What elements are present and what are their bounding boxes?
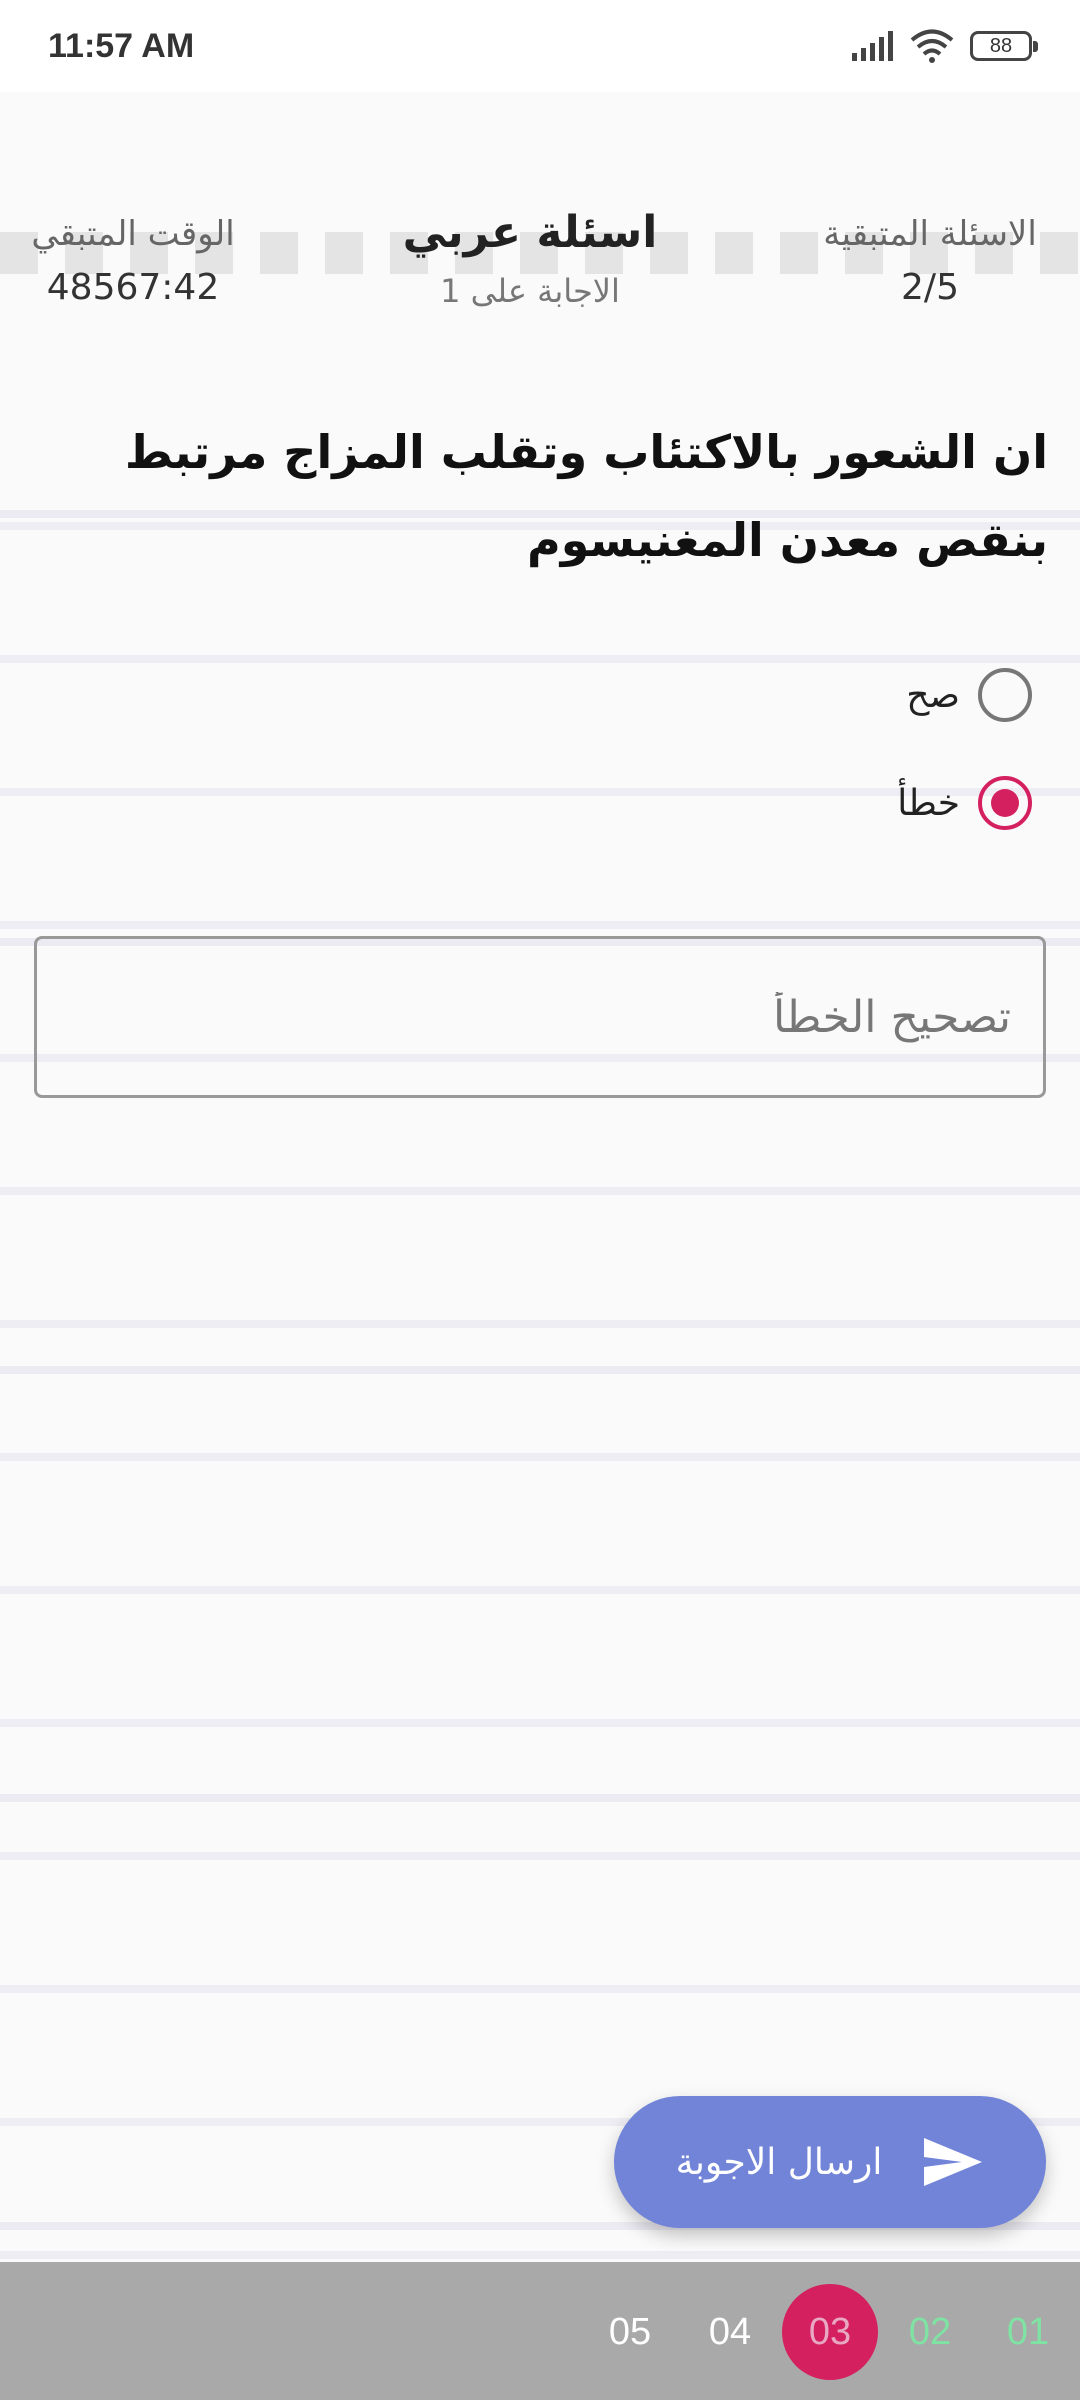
remaining-time: الوقت المتبقي 48567:42 (18, 210, 248, 318)
status-time: 11:57 AM (48, 26, 195, 65)
radio-button-false[interactable] (978, 776, 1032, 830)
wifi-icon (910, 29, 954, 63)
question-text: ان الشعور بالاكتئاب وتقلب المزاج مرتبط ب… (124, 425, 1048, 567)
send-icon (924, 2138, 983, 2186)
remaining-time-label: الوقت المتبقي (31, 214, 235, 254)
question-nav-05[interactable]: 05 (582, 2284, 678, 2380)
quiz-title: اسئلة عربي (402, 207, 658, 258)
status-bar: 11:57 AM 88 (0, 0, 1080, 92)
option-false-label: خطأ (897, 782, 960, 824)
question-nav-01[interactable]: 01 (980, 2284, 1076, 2380)
send-answers-button[interactable]: ارسال الاجوبة (614, 2096, 1046, 2228)
option-true[interactable]: صح (906, 668, 1032, 722)
option-true-label: صح (906, 674, 960, 716)
remaining-questions: الاسئلة المتبقية 2/5 (800, 210, 1060, 318)
correction-input[interactable] (34, 936, 1046, 1098)
remaining-time-value: 48567:42 (46, 267, 220, 308)
question-nav-02[interactable]: 02 (882, 2284, 978, 2380)
battery-level: 88 (989, 34, 1013, 57)
question-nav-bar: 05 04 03 02 01 (0, 2262, 1080, 2400)
battery-icon: 88 (970, 31, 1038, 61)
option-false[interactable]: خطأ (897, 776, 1032, 830)
send-answers-label: ارسال الاجوبة (675, 2141, 883, 2183)
signal-icon (852, 31, 893, 61)
remaining-questions-label: الاسئلة المتبقية (823, 214, 1037, 254)
quiz-title-block: اسئلة عربي الاجابة على 1 (340, 200, 720, 316)
question-nav-03[interactable]: 03 (782, 2284, 878, 2380)
question-nav-04[interactable]: 04 (682, 2284, 778, 2380)
remaining-questions-value: 2/5 (901, 267, 959, 308)
status-icons: 88 (852, 29, 1038, 63)
radio-button-true[interactable] (978, 668, 1032, 722)
answer-note: الاجابة على 1 (440, 272, 620, 310)
